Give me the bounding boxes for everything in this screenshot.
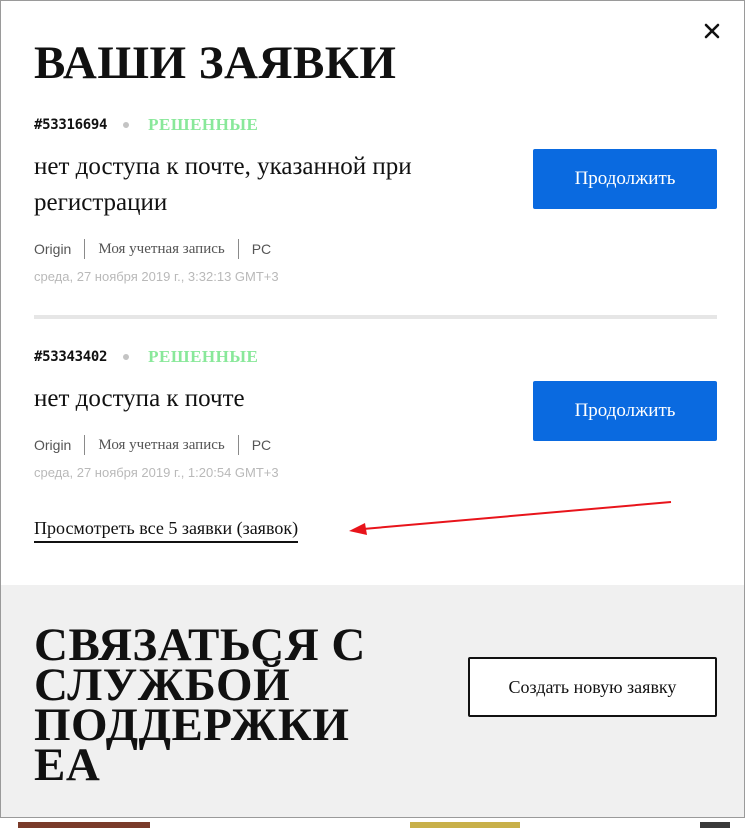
- red-arrow-annotation: [349, 501, 672, 535]
- support-title: СВЯЗАТЬСЯ С СЛУЖБОЙ ПОДДЕРЖКИ EA: [34, 619, 366, 791]
- ticket-date: среда, 27 ноября 2019 г., 3:32:13 GMT+3: [34, 269, 279, 284]
- continue-button[interactable]: Продолжить: [533, 381, 717, 441]
- tag-divider: [84, 435, 86, 455]
- ticket-meta: #53343402 РЕШЕННЫЕ: [34, 345, 717, 369]
- tickets-modal: ВАШИ ЗАЯВКИ #53316694 РЕШЕННЫЕ нет досту…: [0, 0, 745, 818]
- continue-button[interactable]: Продолжить: [533, 149, 717, 209]
- ticket-tags: Origin Моя учетная запись PC: [34, 435, 271, 455]
- background-image-fragment: [18, 822, 150, 828]
- ticket-date: среда, 27 ноября 2019 г., 1:20:54 GMT+3: [34, 465, 279, 480]
- support-section: СВЯЗАТЬСЯ С СЛУЖБОЙ ПОДДЕРЖКИ EA Создать…: [1, 585, 744, 817]
- background-image-fragment: [700, 822, 730, 828]
- page-title: ВАШИ ЗАЯВКИ: [34, 37, 397, 89]
- background-image-fragment: [410, 822, 520, 828]
- tag-divider: [84, 239, 86, 259]
- ticket-card: #53343402 РЕШЕННЫЕ нет доступа к почте O…: [34, 345, 717, 480]
- tag-category: Моя учетная запись: [98, 240, 225, 257]
- ticket-id: #53316694: [34, 117, 108, 133]
- close-icon[interactable]: [700, 19, 724, 43]
- status-badge: РЕШЕННЫЕ: [148, 347, 259, 366]
- ticket-divider: [34, 315, 717, 319]
- ticket-subject: нет доступа к почте, указанной при регис…: [34, 153, 412, 216]
- tag-platform: Origin: [34, 241, 72, 257]
- ticket-id: #53343402: [34, 349, 108, 365]
- ticket-meta: #53316694 РЕШЕННЫЕ: [34, 113, 717, 137]
- background-page-strip: [0, 818, 747, 828]
- tag-device: PC: [251, 437, 272, 453]
- status-badge: РЕШЕННЫЕ: [148, 115, 259, 134]
- ticket-subject: нет доступа к почте: [34, 385, 245, 412]
- tag-category: Моя учетная запись: [98, 436, 225, 453]
- view-all-tickets-link[interactable]: Просмотреть все 5 заявки (заявок): [34, 517, 299, 543]
- ticket-tags: Origin Моя учетная запись PC: [34, 239, 271, 259]
- create-new-request-button[interactable]: Создать новую заявку: [468, 657, 717, 717]
- separator-dot-icon: [123, 354, 130, 360]
- tag-device: PC: [251, 241, 272, 257]
- tag-divider: [237, 435, 239, 455]
- tag-divider: [237, 239, 239, 259]
- separator-dot-icon: [123, 122, 130, 128]
- tag-platform: Origin: [34, 437, 72, 453]
- ticket-card: #53316694 РЕШЕННЫЕ нет доступа к почте, …: [34, 113, 717, 284]
